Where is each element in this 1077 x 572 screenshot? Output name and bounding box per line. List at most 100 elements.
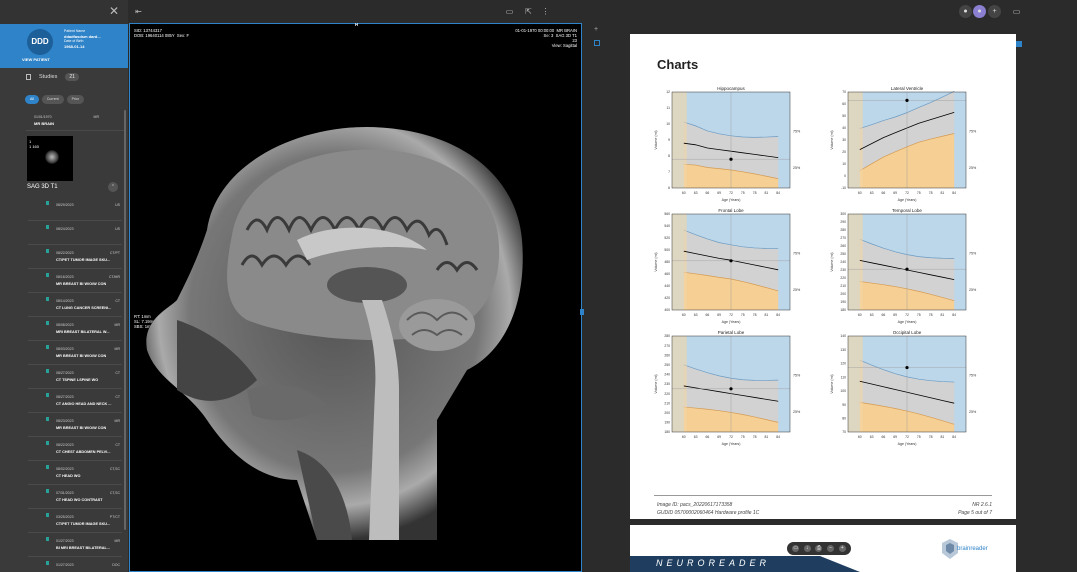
y-tick-label: 10 — [842, 162, 846, 166]
x-tick-label: 69 — [717, 435, 721, 439]
more-vertical-icon[interactable]: ⋮ — [541, 7, 550, 16]
study-list-item[interactable]: 01/27/2023 MR BI MRI BREAST BILATERAL... — [28, 535, 122, 557]
x-tick-label: 69 — [893, 313, 897, 317]
bookmark-icon — [46, 369, 49, 373]
close-icon[interactable]: ✕ — [109, 5, 119, 17]
y-tick-label: 200 — [664, 411, 670, 415]
y-axis-label: Volume (ml) — [830, 374, 834, 393]
view-patient-button[interactable]: VIEW PATIENT — [22, 57, 50, 62]
open-external-icon[interactable]: ⇱ — [524, 7, 533, 16]
collapse-panel-icon[interactable]: ⇤ — [134, 7, 143, 16]
window-minimize-icon[interactable]: ▭ — [1012, 7, 1021, 16]
study-date: 08/27/2023 — [56, 395, 74, 399]
overlay-top-left: SID: 13744317 DOB: 19640114 085Y Sex: F — [134, 28, 190, 38]
add-icon[interactable]: + — [594, 26, 601, 33]
study-list-item[interactable]: 08/24/2023 US — [28, 223, 122, 245]
x-tick-label: 84 — [952, 435, 956, 439]
study-list-item[interactable]: 08/22/2023 CT CT CHEST ABDOMEN PELVI... — [28, 439, 122, 461]
zoom-in-icon[interactable]: + — [838, 545, 846, 552]
page-number: Page 5 out of 7 — [958, 510, 992, 516]
study-list-item[interactable]: 08/22/2023 CT/PT CT/PET TUMOR IMAGE SKU... — [28, 247, 122, 269]
x-tick-label: 81 — [941, 313, 945, 317]
percentile-label: 25% — [793, 288, 801, 292]
add-icon[interactable]: + — [988, 5, 1001, 18]
y-tick-label: 40 — [842, 126, 846, 130]
x-axis-label: Age (Years) — [722, 198, 741, 202]
y-tick-label: 270 — [840, 236, 846, 240]
microphone-icon[interactable]: ● — [959, 5, 972, 18]
user-avatar-icon[interactable]: ● — [973, 5, 986, 18]
study-title: MR BREAST BI W/O/W CON — [56, 354, 107, 358]
sidebar-scrollbar[interactable] — [124, 110, 126, 530]
panel-toggle-icon[interactable] — [1016, 41, 1022, 47]
y-tick-label: 7 — [668, 170, 670, 174]
bookmark-icon — [46, 225, 49, 229]
study-date: 07/31/2023 — [56, 491, 74, 495]
bookmark-icon — [46, 297, 49, 301]
study-list-item[interactable]: 08/02/2023 CT,SC CT HEAD WO — [28, 463, 122, 485]
chart-title: Parietal Lobe — [718, 330, 745, 335]
x-tick-label: 63 — [870, 435, 874, 439]
series-thumbnail[interactable]: 1 1 160 — [27, 136, 73, 181]
patient-point — [905, 365, 909, 370]
orientation-marker: H — [355, 22, 359, 27]
x-tick-label: 72 — [729, 313, 733, 317]
study-list-item[interactable]: 08/29/2023 US — [28, 199, 122, 221]
study-title: CT/PET TUMOR IMAGE SKU... — [56, 522, 111, 526]
out-of-range-shade — [672, 92, 687, 188]
study-list-item[interactable]: 08/03/2023 MR MR BREAST BI W/O/W CON — [28, 343, 122, 365]
x-axis-label: Age (Years) — [722, 442, 741, 446]
brand-name: NEUROREADER — [656, 558, 771, 568]
y-tick-label: 20 — [842, 150, 846, 154]
y-axis-label: Volume (ml) — [654, 130, 658, 149]
study-list-item[interactable]: 08/27/2023 CT CT ANGIO HEAD AND NECK ... — [28, 391, 122, 413]
study-title: CT HEAD WO CONTRAST — [56, 498, 103, 502]
panel-icon[interactable] — [594, 40, 600, 46]
bookmark-icon — [46, 393, 49, 397]
study-title: MR BRAIN — [34, 121, 54, 126]
study-list-item[interactable]: 08/14/2023 CT CT LUNG CANCER SCREENI... — [28, 295, 122, 317]
study-list-item[interactable]: 08/27/2023 CT CT TSPINE LSPINE WO — [28, 367, 122, 389]
study-list-item[interactable]: 01/27/2023 DOC — [28, 559, 122, 572]
y-tick-label: 400 — [664, 308, 670, 312]
study-modality: MR — [114, 539, 120, 543]
footer-right: NR 2.6.1 Page 5 out of 7 — [958, 501, 992, 517]
current-study-item[interactable]: 01/01/1970 MR MR BRAIN — [26, 111, 124, 131]
study-list-item[interactable]: 07/31/2023 CT,SC CT HEAD WO CONTRAST — [28, 487, 122, 509]
study-title: MR BREAST BI W/O/W CON — [56, 282, 107, 286]
y-tick-label: 220 — [840, 276, 846, 280]
y-axis-label: Volume (ml) — [654, 374, 658, 393]
y-tick-label: 480 — [664, 260, 670, 264]
x-tick-label: 78 — [753, 191, 757, 195]
study-list-item[interactable]: 08/16/2023 CT/MR MR BREAST BI W/O/W CON — [28, 271, 122, 293]
x-tick-label: 84 — [952, 191, 956, 195]
x-tick-label: 60 — [682, 435, 686, 439]
version: NR 2.6.1 — [972, 502, 992, 508]
x-tick-label: 66 — [706, 313, 710, 317]
viewport-resize-handle[interactable] — [580, 309, 584, 315]
bookmark-icon — [46, 345, 49, 349]
clipboard-icon[interactable]: ▭ — [505, 7, 514, 16]
study-modality: CT,SC — [109, 467, 120, 471]
out-of-range-shade — [672, 336, 687, 432]
percentile-label: 75% — [969, 251, 977, 255]
y-tick-label: -10 — [841, 186, 846, 190]
chevron-up-icon[interactable]: ⌃ — [108, 182, 118, 192]
x-tick-label: 75 — [917, 191, 921, 195]
x-tick-label: 78 — [929, 191, 933, 195]
download-icon[interactable]: ↓ — [803, 545, 811, 552]
filter-current[interactable]: Current — [41, 95, 64, 104]
filter-all[interactable]: All — [25, 95, 39, 104]
logo-text: brainreader — [957, 546, 988, 552]
bookmark-icon — [46, 417, 49, 421]
filter-prior[interactable]: Prior — [66, 95, 84, 104]
study-list-item[interactable]: 08/08/2023 MR MRI BREAST BILATERAL W... — [28, 319, 122, 341]
page-icon[interactable]: ▭ — [792, 545, 800, 552]
y-tick-label: 520 — [664, 236, 670, 240]
study-list-item[interactable]: 08/23/2023 MR MR BREAST BI W/O/W CON — [28, 415, 122, 437]
study-title: CT HEAD WO — [56, 474, 81, 478]
zoom-out-icon[interactable]: − — [827, 545, 835, 552]
study-list-item[interactable]: 03/25/2023 PT/CT CT/PET TUMOR IMAGE SKU... — [28, 511, 122, 533]
print-icon[interactable]: ⎙ — [815, 545, 823, 552]
study-title: CT ANGIO HEAD AND NECK ... — [56, 402, 112, 406]
